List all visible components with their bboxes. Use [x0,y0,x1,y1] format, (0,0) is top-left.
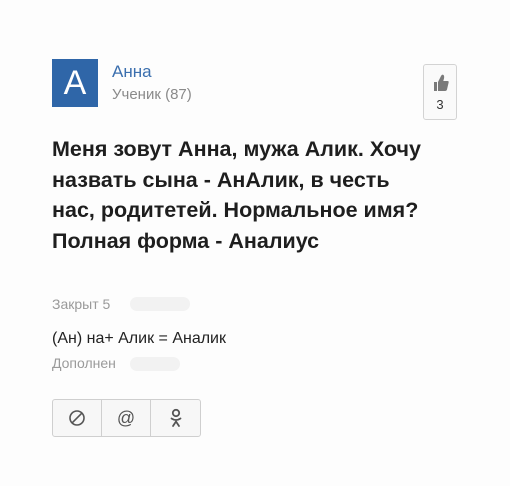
added-blur [130,357,180,371]
question-text: Меня зовут Анна, мужа Алик. Хочу назвать… [52,137,421,253]
like-count: 3 [436,97,444,112]
block-icon [69,410,85,426]
closed-blur [130,297,190,311]
thumbs-up-icon [434,74,449,91]
mail-share-button[interactable]: @ [102,400,151,436]
added-label: Дополнен [52,355,116,371]
at-sign-icon: @ [116,407,136,428]
question-card: А Анна Ученик (87) 3 Меня зовут Анна, му… [0,0,510,486]
odnoklassniki-icon [170,408,181,427]
share-buttons: @ [52,399,201,437]
closed-status: Закрыт 5 [52,296,111,312]
like-button[interactable]: 3 [423,64,457,120]
author-name-link[interactable]: Анна [112,62,152,82]
answer-text: (Ан) на+ Алик = Аналик [52,330,226,347]
author-rank: Ученик (87) [112,86,192,103]
block-button[interactable] [53,400,102,436]
avatar[interactable]: А [52,59,98,107]
odnoklassniki-share-button[interactable] [151,400,200,436]
